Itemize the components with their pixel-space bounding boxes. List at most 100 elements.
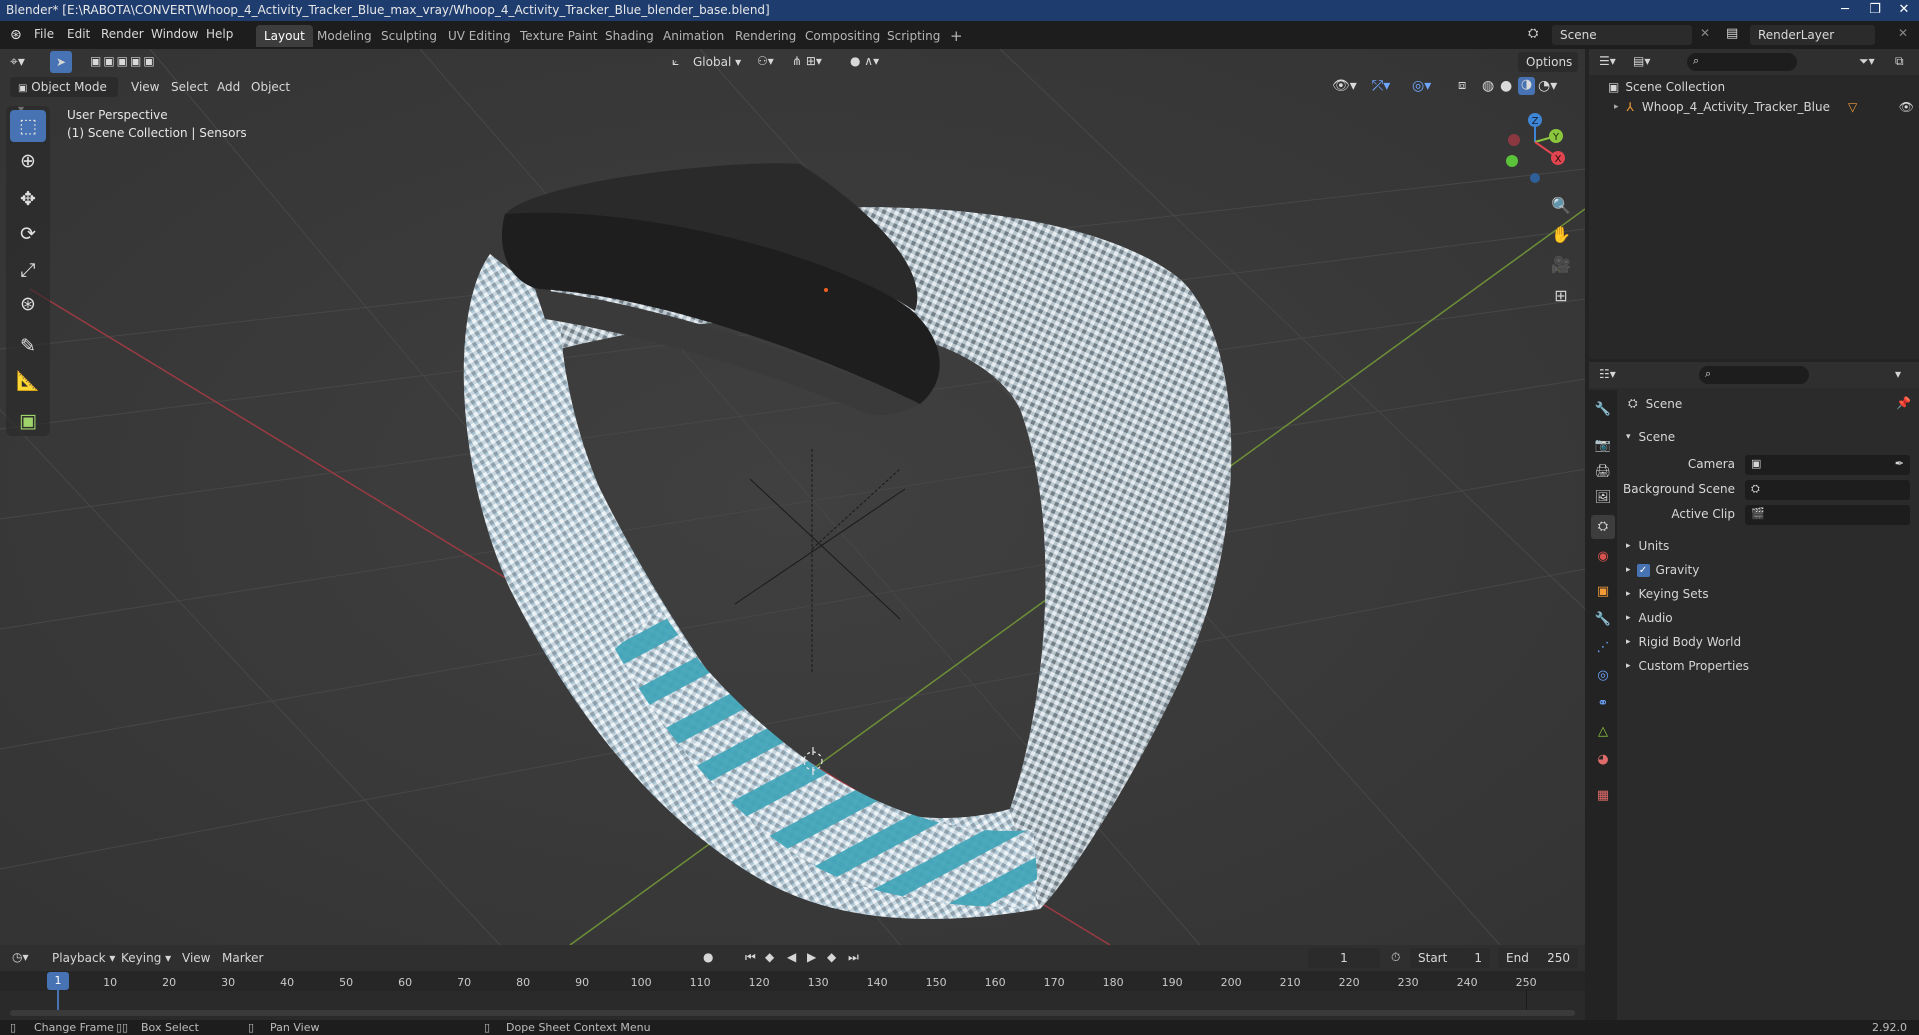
tab-scripting[interactable]: Scripting — [879, 25, 948, 47]
background-scene-field[interactable]: ⛭ — [1745, 480, 1910, 500]
rendered-shading-icon[interactable]: ◔▾ — [1538, 78, 1557, 94]
navigation-gizmo[interactable]: Z Y X — [1500, 110, 1570, 190]
select-box-tool-icon[interactable]: ⬚ — [10, 110, 46, 142]
solid-shading-icon[interactable]: ● — [1500, 78, 1512, 94]
timeline-scrollbar[interactable] — [10, 1010, 1575, 1016]
end-frame-field[interactable]: End 250 — [1498, 948, 1578, 968]
selection-modes-icon[interactable]: ▣▣▣▣▣ — [90, 54, 157, 68]
tab-sculpting[interactable]: Sculpting — [373, 25, 445, 47]
tool-tab-icon[interactable]: 🔧 — [1591, 398, 1615, 422]
menu-select[interactable]: Select — [171, 80, 208, 94]
jump-start-icon[interactable]: ⏮ — [745, 950, 756, 965]
outliner-item[interactable]: ▸ ⅄ Whoop_4_Activity_Tracker_Blue ▽ 👁 — [1614, 97, 1914, 117]
render-layer-selector[interactable]: RenderLayer — [1750, 25, 1875, 45]
snap-icon[interactable]: ⋔ ⊞▾ — [792, 54, 822, 68]
menu-edit[interactable]: Edit — [67, 27, 90, 41]
options-button[interactable]: Options ▾ — [1518, 52, 1578, 89]
next-keyframe-icon[interactable]: ◆ — [827, 950, 836, 964]
section-units[interactable]: ▸ Units — [1626, 536, 1911, 556]
camera-view-icon[interactable]: 🎥 — [1548, 252, 1574, 278]
editor-type-icon[interactable]: ⌖▾ — [10, 54, 25, 70]
play-icon[interactable]: ▶ — [807, 950, 816, 964]
menu-render[interactable]: Render — [101, 27, 144, 41]
close-scene-icon[interactable]: ✕ — [1700, 26, 1710, 40]
blender-logo-icon[interactable]: ⊛ — [10, 27, 22, 43]
visibility-icon[interactable]: 👁▾ — [1332, 78, 1357, 94]
constraints-tab-icon[interactable]: ⚭ — [1591, 692, 1615, 716]
maximize-button[interactable]: ❐ — [1860, 0, 1890, 21]
menu-add[interactable]: Add — [217, 80, 240, 94]
world-tab-icon[interactable]: ◉ — [1591, 545, 1615, 569]
cursor-tool-icon[interactable]: ⊕ — [10, 145, 46, 177]
menu-window[interactable]: Window — [151, 27, 198, 41]
section-custom-properties[interactable]: ▸ Custom Properties — [1626, 656, 1911, 676]
camera-field[interactable]: ▣ ✒ — [1745, 455, 1910, 475]
active-clip-field[interactable]: 🎬 — [1745, 505, 1910, 525]
wireframe-shading-icon[interactable]: ◍ — [1482, 78, 1494, 94]
current-frame-field[interactable]: 1 — [1308, 948, 1380, 968]
modifier-tab-icon[interactable]: 🔧 — [1591, 608, 1615, 632]
physics-tab-icon[interactable]: ◎ — [1591, 664, 1615, 688]
mode-dropdown[interactable]: ▣ Object Mode ▾ — [10, 77, 118, 116]
new-collection-icon[interactable]: ⧉ — [1895, 54, 1904, 69]
data-tab-icon[interactable]: △ — [1591, 720, 1615, 744]
pan-hand-icon[interactable]: ✋ — [1548, 222, 1574, 248]
tab-modeling[interactable]: Modeling — [309, 25, 380, 47]
move-tool-icon[interactable]: ✥ — [10, 183, 46, 215]
gravity-checkbox[interactable]: ✓ — [1636, 563, 1650, 577]
particles-tab-icon[interactable]: ⋰ — [1591, 636, 1615, 660]
section-keying-sets[interactable]: ▸ Keying Sets — [1626, 584, 1911, 604]
tab-layout[interactable]: Layout — [256, 25, 313, 47]
material-tab-icon[interactable]: ◕ — [1591, 748, 1615, 772]
expand-arrow-icon[interactable]: ▸ — [1614, 102, 1619, 112]
section-gravity[interactable]: ▸ ✓ Gravity — [1626, 560, 1911, 580]
scale-tool-icon[interactable]: ⤢ — [10, 254, 46, 286]
outliner-scene-collection[interactable]: ▣ Scene Collection — [1608, 78, 1725, 96]
material-shading-icon[interactable]: ◑ — [1518, 77, 1535, 95]
play-reverse-icon[interactable]: ◀ — [787, 950, 796, 964]
transform-orientation-dropdown[interactable]: Global ▾ — [685, 52, 750, 72]
timeline-editor-icon[interactable]: ◷▾ — [12, 950, 29, 964]
scene-panel-header[interactable]: ▾ Scene — [1626, 427, 1911, 447]
playhead[interactable]: 1 — [47, 972, 69, 990]
outliner-editor-icon[interactable]: ☰▾ — [1599, 54, 1616, 68]
xray-icon[interactable]: ⧈ — [1458, 78, 1466, 93]
tab-shading[interactable]: Shading — [597, 25, 662, 47]
tab-compositing[interactable]: Compositing — [797, 25, 888, 47]
eyedropper-icon[interactable]: ✒ — [1895, 457, 1904, 470]
properties-editor-icon[interactable]: ☷▾ — [1599, 367, 1616, 381]
outliner-search-input[interactable]: ⌕ — [1687, 53, 1797, 71]
scene-tab-icon[interactable]: ⛭ — [1591, 515, 1615, 539]
close-button[interactable]: ✕ — [1889, 0, 1919, 21]
pivot-icon[interactable]: ⚇▾ — [757, 54, 774, 68]
gizmo-toggle-icon[interactable]: ⤱▾ — [1372, 78, 1390, 94]
render-tab-icon[interactable]: 📷 — [1591, 434, 1615, 458]
section-audio[interactable]: ▸ Audio — [1626, 608, 1911, 628]
output-tab-icon[interactable]: 🖨 — [1591, 460, 1615, 484]
rotate-tool-icon[interactable]: ⟳ — [10, 218, 46, 250]
properties-search-input[interactable]: ⌕ — [1699, 366, 1809, 384]
menu-view[interactable]: View — [131, 80, 159, 94]
pin-icon[interactable]: 📌 — [1896, 396, 1911, 410]
menu-timeline-view[interactable]: View — [182, 951, 210, 965]
menu-object[interactable]: Object — [251, 80, 290, 94]
add-workspace-button[interactable]: + — [942, 25, 971, 47]
eye-visibility-icon[interactable]: 👁 — [1899, 100, 1914, 114]
add-cube-tool-icon[interactable]: ▣ — [10, 405, 46, 437]
jump-end-icon[interactable]: ⏭ — [848, 950, 859, 965]
texture-tab-icon[interactable]: ▦ — [1591, 784, 1615, 808]
stopwatch-icon[interactable]: ⏱ — [1391, 950, 1400, 965]
properties-options-icon[interactable]: ▾ — [1895, 367, 1901, 381]
select-tool-icon[interactable]: ➤ — [50, 51, 72, 73]
menu-file[interactable]: File — [34, 27, 54, 41]
menu-help[interactable]: Help — [206, 27, 233, 41]
overlay-toggle-icon[interactable]: ◎▾ — [1412, 78, 1431, 94]
prev-keyframe-icon[interactable]: ◆ — [765, 950, 774, 964]
start-frame-field[interactable]: Start 1 — [1410, 948, 1490, 968]
menu-playback[interactable]: Playback ▾ — [52, 951, 115, 965]
minimize-button[interactable]: ─ — [1830, 0, 1860, 21]
display-mode-icon[interactable]: ▤▾ — [1633, 54, 1650, 68]
object-tab-icon[interactable]: ▣ — [1591, 580, 1615, 604]
zoom-icon[interactable]: 🔍 — [1548, 193, 1574, 219]
transform-tool-icon[interactable]: ⊛ — [10, 288, 46, 320]
